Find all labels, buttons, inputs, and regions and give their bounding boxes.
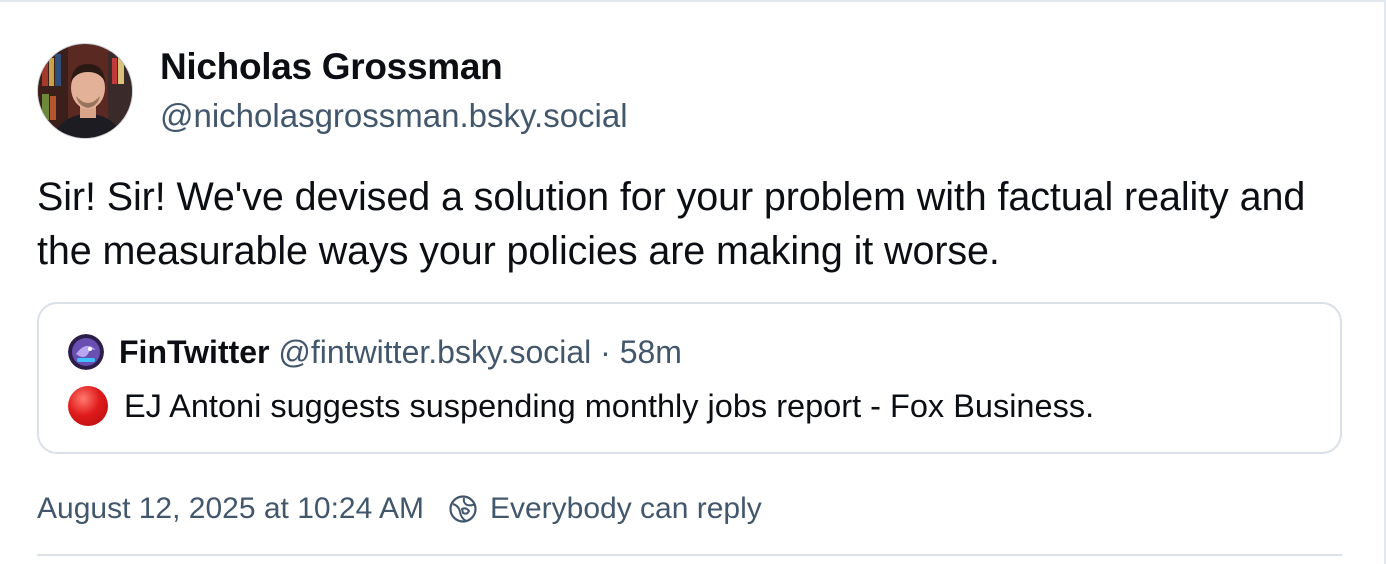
red-circle-icon bbox=[68, 386, 108, 426]
quote-text: EJ Antoni suggests suspending monthly jo… bbox=[124, 387, 1095, 424]
quote-avatar-image bbox=[68, 334, 104, 370]
post-timestamp[interactable]: August 12, 2025 at 10:24 AM bbox=[37, 492, 424, 526]
quote-text-row: EJ Antoni suggests suspending monthly jo… bbox=[68, 386, 1094, 426]
post-text: Sir! Sir! We've devised a solution for y… bbox=[37, 175, 1306, 273]
divider bbox=[37, 554, 1342, 556]
avatar-image bbox=[38, 44, 132, 138]
reply-setting[interactable]: Everybody can reply bbox=[490, 492, 762, 526]
post-container: Nicholas Grossman @nicholasgrossman.bsky… bbox=[0, 0, 1386, 564]
quote-handle-time[interactable]: @fintwitter.bsky.social · 58m bbox=[278, 334, 682, 370]
globe-icon bbox=[448, 494, 478, 524]
author-avatar[interactable] bbox=[37, 43, 133, 139]
author-name[interactable]: Nicholas Grossman bbox=[160, 46, 503, 88]
quote-author-avatar[interactable] bbox=[68, 334, 104, 370]
author-handle[interactable]: @nicholasgrossman.bsky.social bbox=[160, 97, 628, 135]
quoted-post[interactable]: FinTwitter @fintwitter.bsky.social · 58m… bbox=[37, 302, 1342, 454]
quote-author-name[interactable]: FinTwitter bbox=[119, 334, 270, 370]
post-footer: August 12, 2025 at 10:24 AM Everybody ca… bbox=[37, 492, 762, 526]
quote-header: FinTwitter @fintwitter.bsky.social · 58m bbox=[119, 334, 682, 371]
